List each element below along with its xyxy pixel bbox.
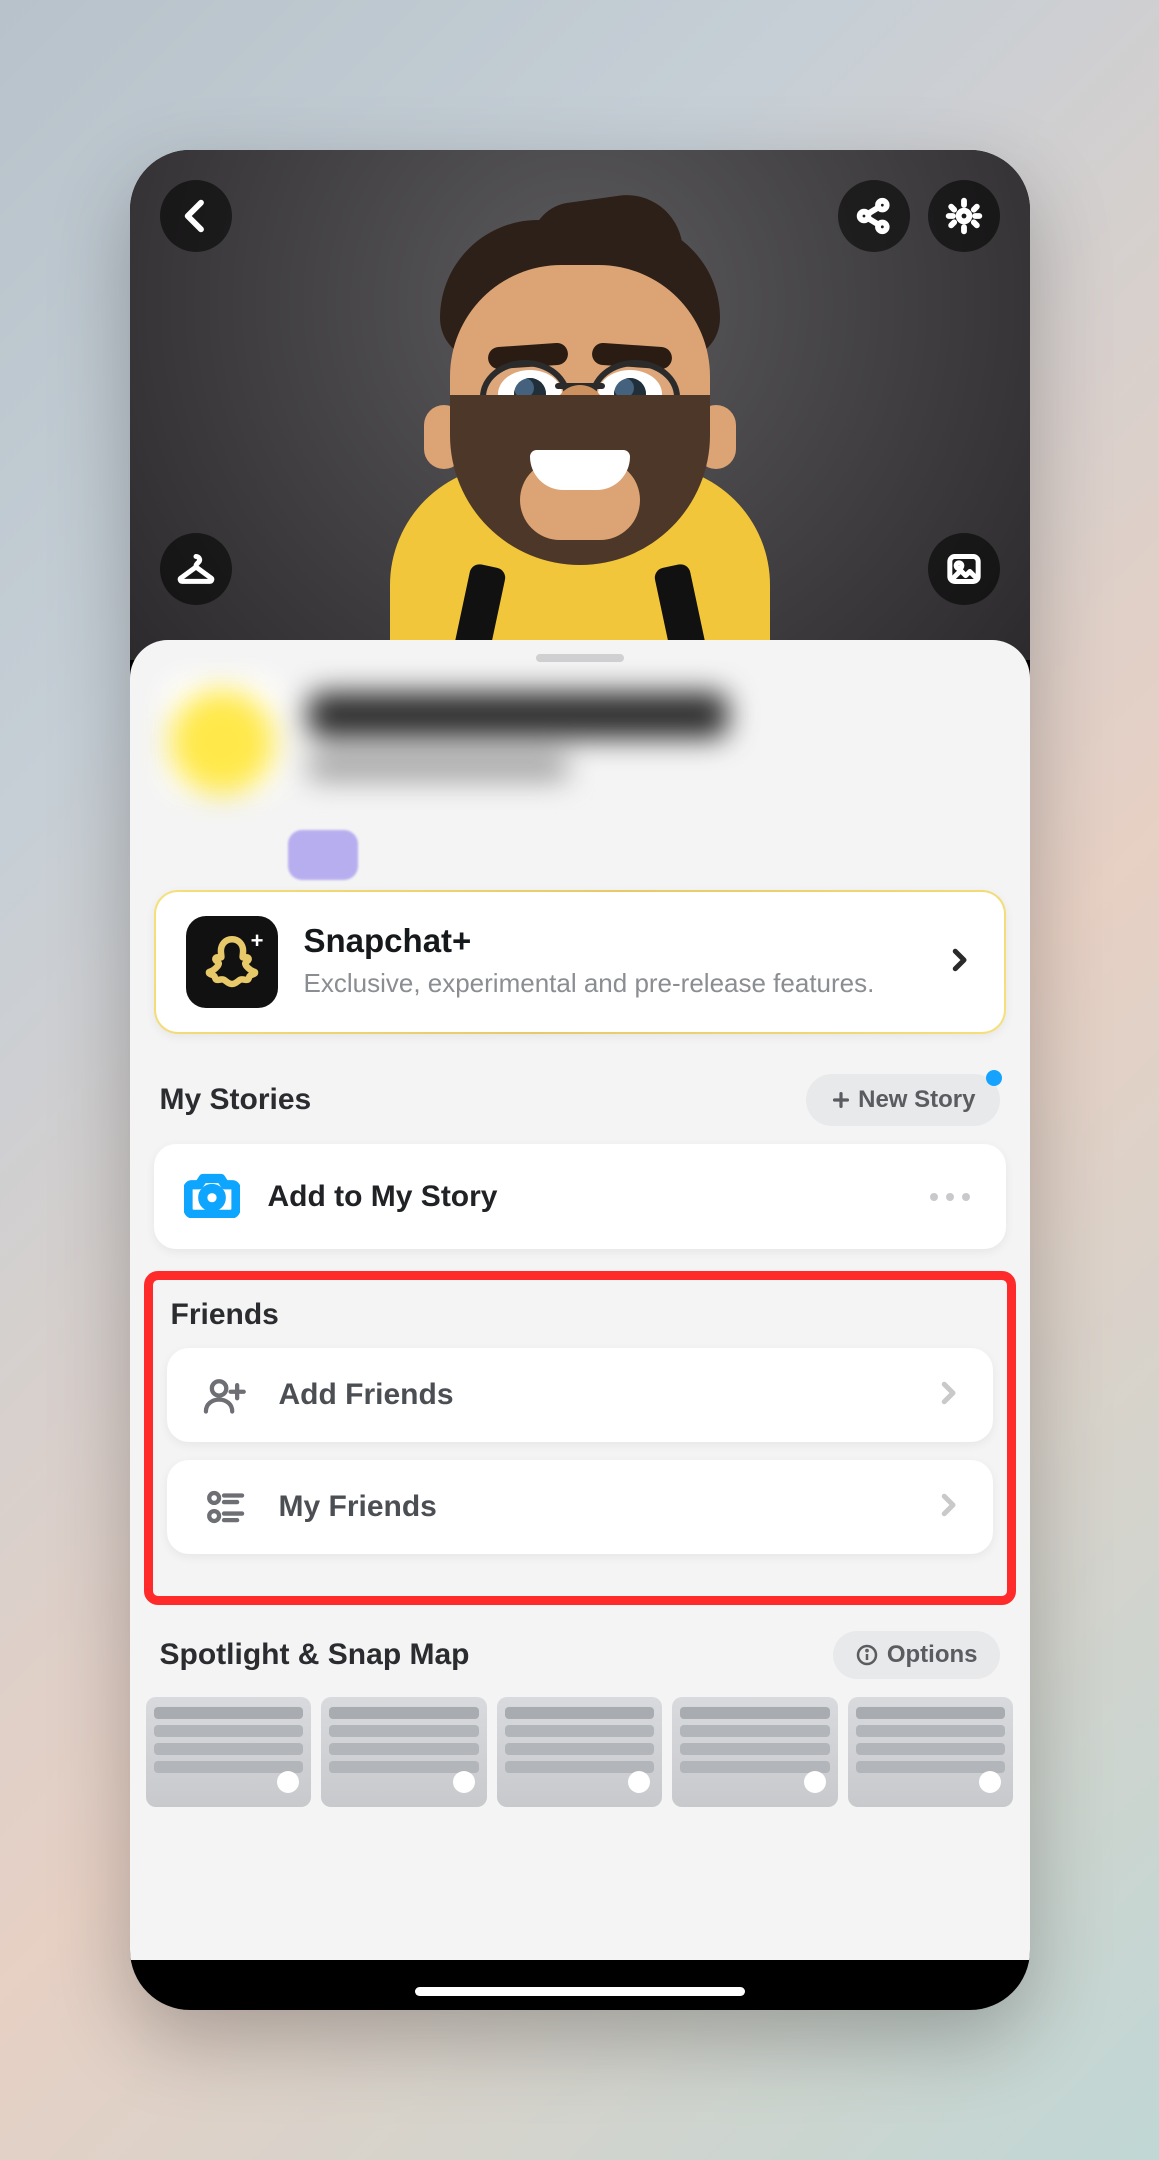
spotlight-options-label: Options bbox=[887, 1641, 978, 1669]
plus-icon bbox=[830, 1089, 852, 1111]
share-button[interactable] bbox=[838, 180, 910, 252]
spotlight-heading: Spotlight & Snap Map bbox=[160, 1638, 470, 1672]
add-friend-icon bbox=[197, 1374, 251, 1416]
hanger-icon bbox=[176, 549, 216, 589]
spotlight-thumb[interactable] bbox=[321, 1697, 487, 1807]
chevron-right-icon bbox=[933, 1490, 963, 1525]
snapchat-plus-title: Snapchat+ bbox=[304, 922, 918, 960]
phone-frame: + Snapchat+ Exclusive, experimental and … bbox=[130, 150, 1030, 2010]
more-options-button[interactable] bbox=[930, 1193, 970, 1201]
back-button[interactable] bbox=[160, 180, 232, 252]
info-icon bbox=[855, 1643, 879, 1667]
my-friends-label: My Friends bbox=[279, 1490, 905, 1524]
share-icon bbox=[854, 196, 894, 236]
new-story-label: New Story bbox=[858, 1086, 975, 1114]
gear-icon bbox=[944, 196, 984, 236]
bitmoji-avatar[interactable] bbox=[370, 175, 790, 675]
profile-hero bbox=[130, 150, 1030, 660]
chevron-right-icon bbox=[933, 1378, 963, 1413]
image-icon bbox=[944, 549, 984, 589]
change-background-button[interactable] bbox=[928, 533, 1000, 605]
friends-heading: Friends bbox=[171, 1298, 279, 1332]
friends-section-highlight: Friends Add Friends My Friends bbox=[144, 1271, 1016, 1605]
add-to-my-story-button[interactable]: Add to My Story bbox=[154, 1144, 1006, 1249]
spotlight-thumb[interactable] bbox=[146, 1697, 312, 1807]
snapchat-plus-icon: + bbox=[186, 916, 278, 1008]
camera-icon bbox=[184, 1170, 240, 1223]
spotlight-thumb[interactable] bbox=[848, 1697, 1014, 1807]
home-indicator[interactable] bbox=[415, 1987, 745, 1996]
add-friends-button[interactable]: Add Friends bbox=[167, 1348, 993, 1442]
spotlight-options-button[interactable]: Options bbox=[833, 1631, 1000, 1679]
sheet-grabber[interactable] bbox=[536, 654, 624, 662]
chevron-left-icon bbox=[176, 196, 216, 236]
add-friends-label: Add Friends bbox=[279, 1378, 905, 1412]
spotlight-thumbnails bbox=[130, 1697, 1030, 1807]
my-friends-button[interactable]: My Friends bbox=[167, 1460, 993, 1554]
spotlight-thumb[interactable] bbox=[672, 1697, 838, 1807]
profile-sheet: + Snapchat+ Exclusive, experimental and … bbox=[130, 640, 1030, 2010]
bottom-bar bbox=[130, 1960, 1030, 2010]
new-story-button[interactable]: New Story bbox=[806, 1074, 999, 1126]
notification-dot bbox=[986, 1070, 1002, 1086]
outfit-button[interactable] bbox=[160, 533, 232, 605]
spotlight-thumb[interactable] bbox=[497, 1697, 663, 1807]
profile-identity-blurred bbox=[130, 666, 1030, 820]
chevron-right-icon bbox=[944, 945, 974, 980]
profile-badge-blurred bbox=[288, 830, 358, 880]
friends-list-icon bbox=[197, 1486, 251, 1528]
my-stories-heading: My Stories bbox=[160, 1083, 312, 1117]
plus-icon: + bbox=[251, 928, 264, 954]
snapchat-plus-card[interactable]: + Snapchat+ Exclusive, experimental and … bbox=[154, 890, 1006, 1034]
snapchat-plus-subtitle: Exclusive, experimental and pre-release … bbox=[304, 966, 918, 1001]
settings-button[interactable] bbox=[928, 180, 1000, 252]
add-to-my-story-label: Add to My Story bbox=[268, 1180, 902, 1214]
